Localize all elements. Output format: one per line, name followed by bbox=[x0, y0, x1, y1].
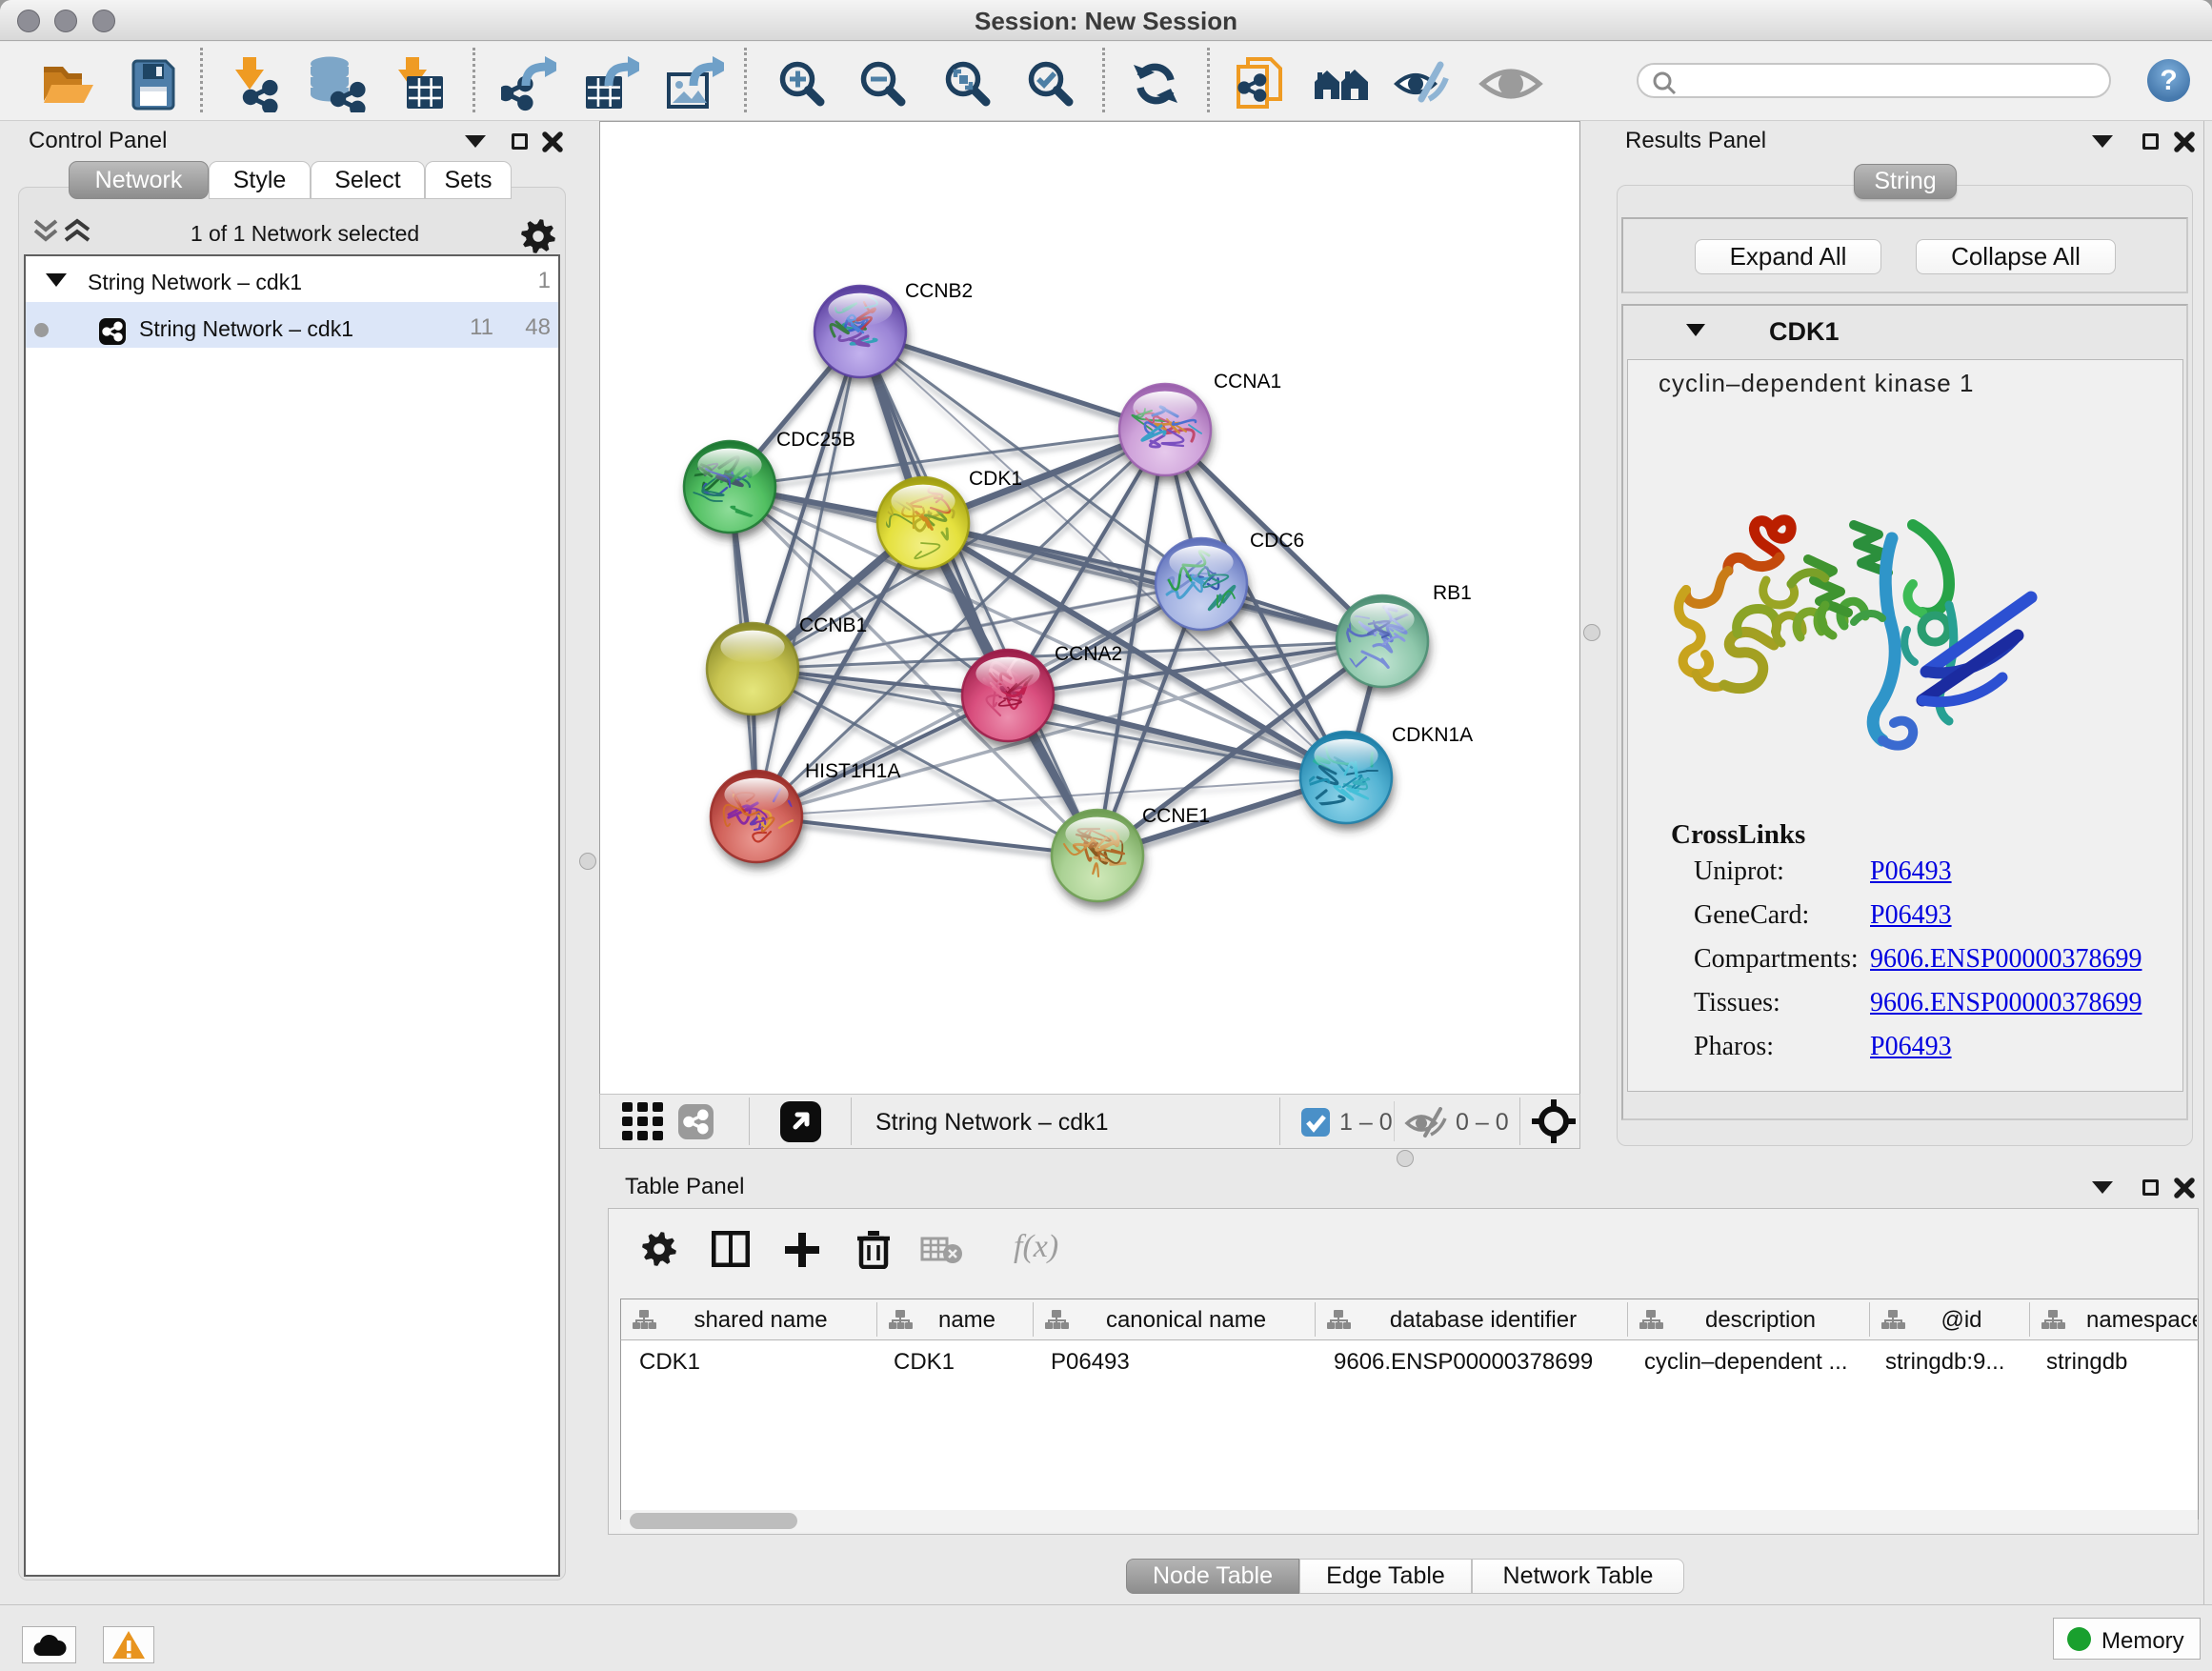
svg-text:CDK1: CDK1 bbox=[969, 468, 1022, 490]
svg-text:CDC6: CDC6 bbox=[1250, 530, 1304, 552]
svg-text:CCNB2: CCNB2 bbox=[905, 280, 973, 302]
svg-text:CCNA2: CCNA2 bbox=[1055, 643, 1122, 665]
svg-text:CDC25B: CDC25B bbox=[776, 429, 855, 451]
svg-text:RB1: RB1 bbox=[1433, 582, 1472, 604]
svg-text:HIST1H1A: HIST1H1A bbox=[805, 760, 900, 782]
svg-text:CCNE1: CCNE1 bbox=[1142, 805, 1210, 827]
svg-text:CDKN1A: CDKN1A bbox=[1392, 724, 1473, 746]
svg-text:CCNB1: CCNB1 bbox=[799, 614, 867, 636]
svg-text:CCNA1: CCNA1 bbox=[1214, 371, 1281, 393]
